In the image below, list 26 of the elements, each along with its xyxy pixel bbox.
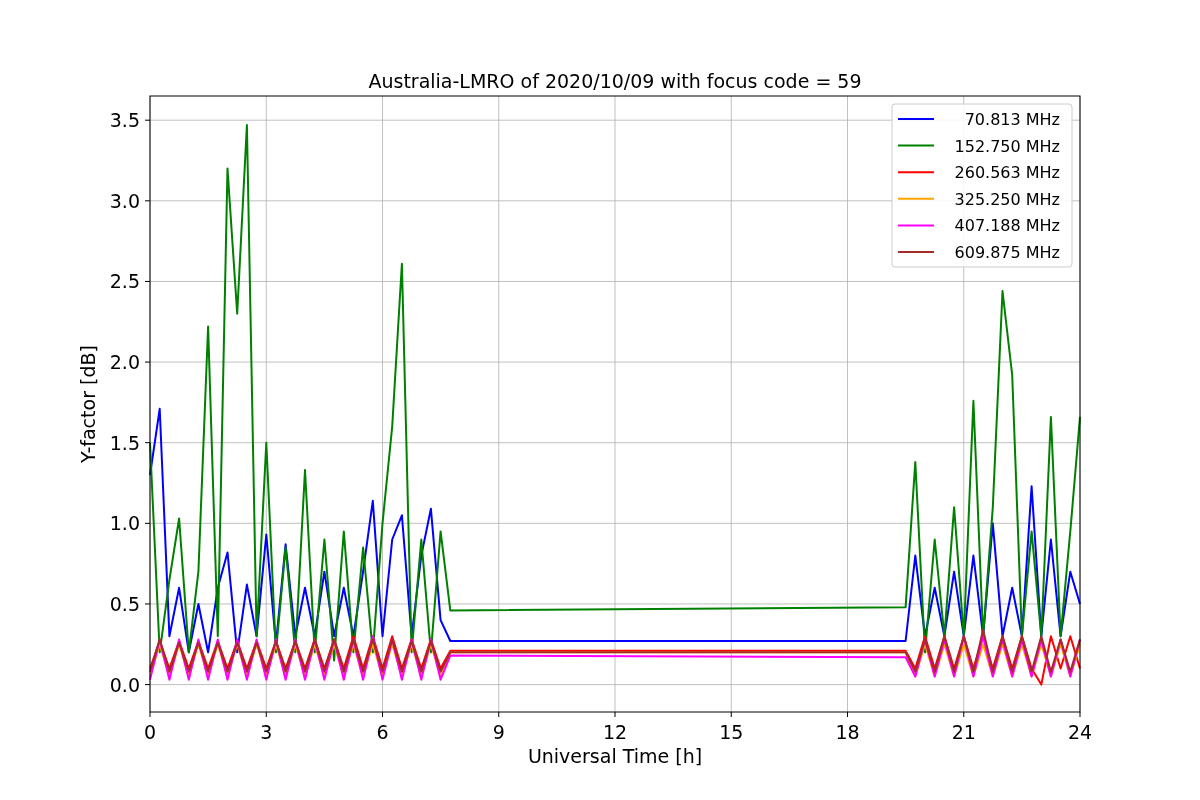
- chart-title: Australia-LMRO of 2020/10/09 with focus code = 59: [368, 70, 862, 92]
- x-tick-label: 24: [1067, 721, 1093, 743]
- y-tick-label: 1.0: [109, 512, 140, 535]
- y-tick-label: 0.5: [109, 592, 140, 615]
- x-tick-label: 3: [260, 721, 273, 743]
- x-tick-label: 21: [951, 721, 976, 743]
- legend-label: 609.875 MHz: [954, 243, 1060, 262]
- y-tick-label: 1.5: [109, 431, 140, 454]
- legend-label: 70.813 MHz: [964, 110, 1060, 129]
- legend-label: 407.188 MHz: [954, 216, 1060, 236]
- x-tick-label: 15: [719, 721, 744, 743]
- x-tick-label: 6: [376, 721, 389, 743]
- legend-label: 152.750 MHz: [954, 136, 1060, 156]
- y-tick-label: 3.5: [109, 109, 140, 132]
- x-tick-label: 18: [835, 721, 860, 743]
- legend-label: 260.563 MHz: [954, 163, 1060, 183]
- legend-label: 325.250 MHz: [954, 189, 1060, 209]
- y-tick-label: 2.0: [109, 351, 140, 374]
- x-axis-label: Universal Time [h]: [527, 745, 703, 767]
- y-tick-label: 3.0: [109, 189, 140, 212]
- x-tick-label: 0: [143, 721, 157, 743]
- y-tick-label: 0.0: [109, 673, 140, 696]
- x-tick-label: 12: [602, 721, 628, 743]
- x-tick-label: 9: [492, 721, 505, 743]
- y-tick-label: 2.5: [109, 270, 140, 293]
- y-axis-label: Y-factor [dB]: [77, 345, 99, 463]
